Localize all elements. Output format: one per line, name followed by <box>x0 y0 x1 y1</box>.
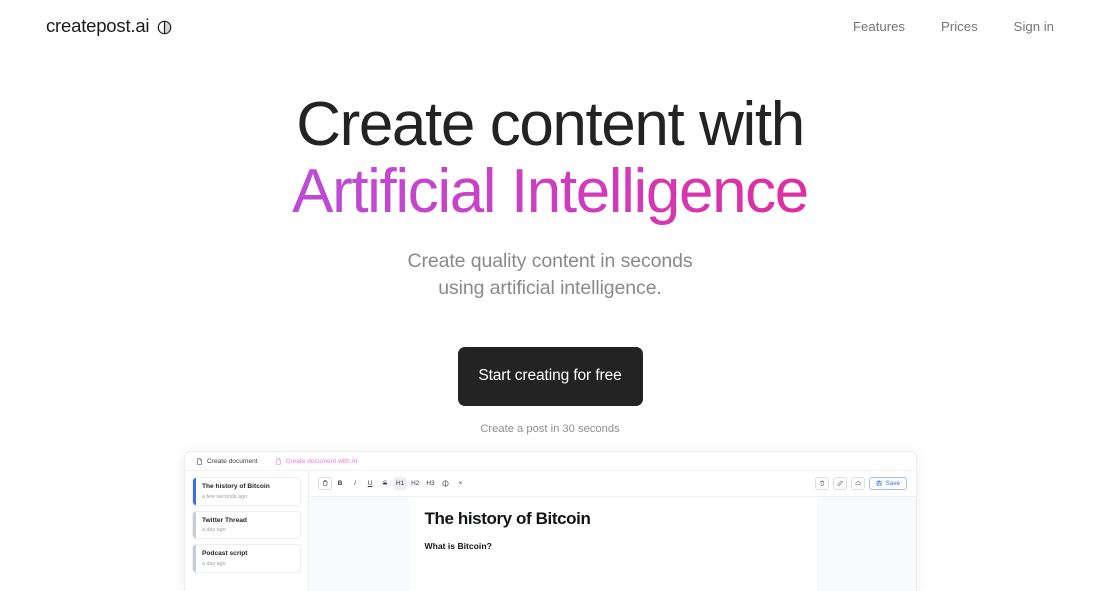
brand-logo[interactable]: createpost.ai <box>46 15 172 37</box>
start-creating-button[interactable]: Start creating for free <box>457 346 643 406</box>
create-document-button[interactable]: Create document <box>196 458 258 465</box>
editor-pane: B I U S H1 H2 H3 × Save The history of B… <box>308 471 916 591</box>
file-icon <box>196 457 203 465</box>
list-item[interactable]: Twitter Thread a day ago <box>192 510 301 540</box>
document-heading-1: The history of Bitcoin <box>424 509 591 528</box>
hero-section: Create content with Artificial Intellige… <box>0 90 1100 435</box>
list-item[interactable]: Podcast script a day ago <box>192 544 301 573</box>
contrast-circle-icon <box>157 20 172 35</box>
document-timestamp: a few seconds ago <box>202 493 247 500</box>
app-body: The history of Bitcoin a few seconds ago… <box>185 471 916 591</box>
document-list-sidebar: The history of Bitcoin a few seconds ago… <box>185 471 308 591</box>
floppy-disk-icon <box>876 480 882 486</box>
main-nav: Features Prices Sign in <box>853 19 1054 34</box>
editor-actions: Save <box>815 477 907 490</box>
create-document-with-ai-label: Create document with AI <box>285 457 358 465</box>
clear-format-button[interactable]: × <box>454 477 467 490</box>
subheading-line-1: Create quality content in seconds <box>407 249 693 272</box>
document-page[interactable]: The history of Bitcoin What is Bitcoin? <box>408 497 817 591</box>
nav-link-sign-in[interactable]: Sign in <box>1014 19 1054 34</box>
headline-line-1: Create content with <box>296 90 805 159</box>
create-document-with-ai-button[interactable]: Create document with AI <box>275 457 358 465</box>
save-button-label: Save <box>885 480 900 487</box>
document-title: Podcast script <box>202 550 248 558</box>
list-item[interactable]: The history of Bitcoin a few seconds ago <box>192 477 301 506</box>
heading-1-button[interactable]: H1 <box>393 477 407 490</box>
pencil-icon[interactable] <box>833 477 848 490</box>
app-preview-card: Create document Create document with AI … <box>184 451 917 591</box>
cta-group: Start creating for free Create a post in… <box>0 346 1100 435</box>
contrast-icon[interactable] <box>439 477 452 490</box>
underline-button[interactable]: U <box>364 477 377 490</box>
strikethrough-button[interactable]: S <box>379 477 392 490</box>
document-timestamp: a day ago <box>202 560 226 567</box>
document-timestamp: a day ago <box>202 527 226 534</box>
heading-2-button[interactable]: H2 <box>409 477 422 490</box>
editor-canvas: The history of Bitcoin What is Bitcoin? <box>309 497 916 591</box>
clipboard-icon[interactable] <box>318 477 332 490</box>
create-document-label: Create document <box>207 457 258 465</box>
italic-button[interactable]: I <box>349 477 362 490</box>
brand-name: createpost.ai <box>46 15 150 36</box>
document-heading-2: What is Bitcoin? <box>424 541 492 552</box>
nav-link-prices[interactable]: Prices <box>941 19 978 34</box>
hero-subheading: Create quality content in seconds using … <box>0 248 1100 302</box>
site-header: createpost.ai Features Prices Sign in <box>0 0 1100 52</box>
app-topbar: Create document Create document with AI <box>185 452 916 471</box>
subheading-line-2: using artificial intelligence. <box>438 276 662 299</box>
file-ai-icon <box>275 457 282 465</box>
document-title: Twitter Thread <box>202 516 247 524</box>
editor-toolbar: B I U S H1 H2 H3 × Save <box>309 471 916 497</box>
trash-icon[interactable] <box>815 477 830 490</box>
page-title: Create content with Artificial Intellige… <box>0 90 1100 226</box>
heading-3-button[interactable]: H3 <box>424 477 437 490</box>
cta-note: Create a post in 30 seconds <box>480 422 620 435</box>
headline-line-2: Artificial Intelligence <box>0 158 1100 226</box>
bold-button[interactable]: B <box>334 477 347 490</box>
save-button[interactable]: Save <box>869 477 907 490</box>
document-title: The history of Bitcoin <box>202 483 270 490</box>
cloud-icon[interactable] <box>851 477 866 490</box>
nav-link-features[interactable]: Features <box>853 19 905 34</box>
